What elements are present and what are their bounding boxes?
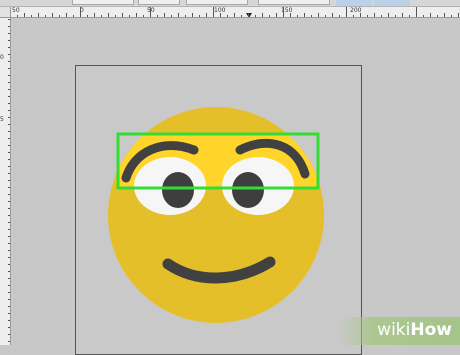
right-pupil [232, 172, 264, 208]
left-pupil [162, 172, 194, 208]
logo-how-text: How [410, 320, 452, 340]
logo-wiki-text: wiki [377, 320, 411, 340]
wikihow-logo: wikiHow [377, 320, 452, 340]
smiley-face-artwork [108, 107, 324, 323]
watermark: wikiHow [340, 317, 460, 345]
